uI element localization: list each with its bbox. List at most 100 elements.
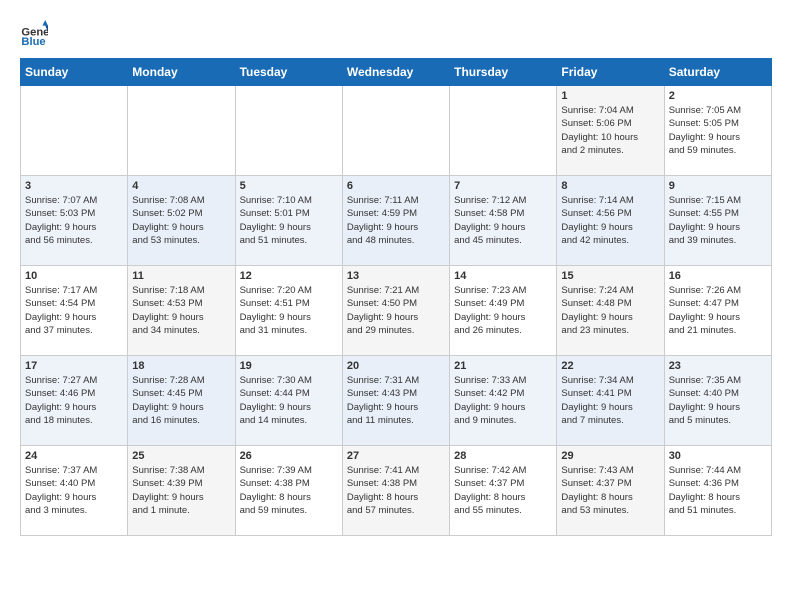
- day-cell: 4 Sunrise: 7:08 AM Sunset: 5:02 PM Daylig…: [128, 176, 235, 266]
- header-day-monday: Monday: [128, 59, 235, 86]
- day-number: 5: [240, 180, 338, 192]
- day-number: 30: [669, 450, 767, 462]
- day-cell: 1 Sunrise: 7:04 AM Sunset: 5:06 PM Daylig…: [557, 86, 664, 176]
- day-cell: 13 Sunrise: 7:21 AM Sunset: 4:50 PM Dayli…: [342, 266, 449, 356]
- day-info: Sunrise: 7:07 AM Sunset: 5:03 PM Dayligh…: [25, 194, 123, 247]
- header-day-friday: Friday: [557, 59, 664, 86]
- day-info: Sunrise: 7:05 AM Sunset: 5:05 PM Dayligh…: [669, 104, 767, 157]
- day-number: 8: [561, 180, 659, 192]
- day-info: Sunrise: 7:21 AM Sunset: 4:50 PM Dayligh…: [347, 284, 445, 337]
- day-cell: 19Sunrise: 7:30 AM Sunset: 4:44 PM Dayli…: [235, 356, 342, 446]
- day-info: Sunrise: 7:24 AM Sunset: 4:48 PM Dayligh…: [561, 284, 659, 337]
- day-info: Sunrise: 7:14 AM Sunset: 4:56 PM Dayligh…: [561, 194, 659, 247]
- day-number: 6: [347, 180, 445, 192]
- day-cell: 15 Sunrise: 7:24 AM Sunset: 4:48 PM Dayli…: [557, 266, 664, 356]
- day-info: Sunrise: 7:35 AM Sunset: 4:40 PM Dayligh…: [669, 374, 767, 427]
- day-cell: 23 Sunrise: 7:35 AM Sunset: 4:40 PM Dayli…: [664, 356, 771, 446]
- day-info: Sunrise: 7:38 AM Sunset: 4:39 PM Dayligh…: [132, 464, 230, 517]
- calendar-table: SundayMondayTuesdayWednesdayThursdayFrid…: [20, 58, 772, 536]
- header-day-thursday: Thursday: [450, 59, 557, 86]
- day-info: Sunrise: 7:37 AM Sunset: 4:40 PM Dayligh…: [25, 464, 123, 517]
- day-number: 25: [132, 450, 230, 462]
- day-info: Sunrise: 7:11 AM Sunset: 4:59 PM Dayligh…: [347, 194, 445, 247]
- day-cell: 26 Sunrise: 7:39 AM Sunset: 4:38 PM Dayli…: [235, 446, 342, 536]
- day-cell: [21, 86, 128, 176]
- day-number: 26: [240, 450, 338, 462]
- logo-icon: General Blue: [20, 20, 48, 48]
- day-cell: 12Sunrise: 7:20 AM Sunset: 4:51 PM Dayli…: [235, 266, 342, 356]
- day-info: Sunrise: 7:20 AM Sunset: 4:51 PM Dayligh…: [240, 284, 338, 337]
- day-number: 23: [669, 360, 767, 372]
- day-cell: 14Sunrise: 7:23 AM Sunset: 4:49 PM Dayli…: [450, 266, 557, 356]
- day-cell: 3Sunrise: 7:07 AM Sunset: 5:03 PM Daylig…: [21, 176, 128, 266]
- day-info: Sunrise: 7:30 AM Sunset: 4:44 PM Dayligh…: [240, 374, 338, 427]
- day-cell: [128, 86, 235, 176]
- day-cell: 25 Sunrise: 7:38 AM Sunset: 4:39 PM Dayli…: [128, 446, 235, 536]
- day-cell: [235, 86, 342, 176]
- day-info: Sunrise: 7:04 AM Sunset: 5:06 PM Dayligh…: [561, 104, 659, 157]
- day-cell: 27 Sunrise: 7:41 AM Sunset: 4:38 PM Dayli…: [342, 446, 449, 536]
- day-info: Sunrise: 7:44 AM Sunset: 4:36 PM Dayligh…: [669, 464, 767, 517]
- day-number: 20: [347, 360, 445, 372]
- day-info: Sunrise: 7:26 AM Sunset: 4:47 PM Dayligh…: [669, 284, 767, 337]
- day-number: 27: [347, 450, 445, 462]
- day-info: Sunrise: 7:08 AM Sunset: 5:02 PM Dayligh…: [132, 194, 230, 247]
- day-number: 1: [561, 90, 659, 102]
- day-info: Sunrise: 7:33 AM Sunset: 4:42 PM Dayligh…: [454, 374, 552, 427]
- day-number: 10: [25, 270, 123, 282]
- day-cell: 2Sunrise: 7:05 AM Sunset: 5:05 PM Daylig…: [664, 86, 771, 176]
- day-info: Sunrise: 7:23 AM Sunset: 4:49 PM Dayligh…: [454, 284, 552, 337]
- week-row-3: 10Sunrise: 7:17 AM Sunset: 4:54 PM Dayli…: [21, 266, 772, 356]
- day-number: 29: [561, 450, 659, 462]
- day-cell: 11 Sunrise: 7:18 AM Sunset: 4:53 PM Dayli…: [128, 266, 235, 356]
- day-info: Sunrise: 7:10 AM Sunset: 5:01 PM Dayligh…: [240, 194, 338, 247]
- week-row-2: 3Sunrise: 7:07 AM Sunset: 5:03 PM Daylig…: [21, 176, 772, 266]
- day-cell: [450, 86, 557, 176]
- day-cell: 8 Sunrise: 7:14 AM Sunset: 4:56 PM Daylig…: [557, 176, 664, 266]
- day-cell: 28Sunrise: 7:42 AM Sunset: 4:37 PM Dayli…: [450, 446, 557, 536]
- week-row-4: 17 Sunrise: 7:27 AM Sunset: 4:46 PM Dayli…: [21, 356, 772, 446]
- svg-text:Blue: Blue: [21, 36, 45, 48]
- day-cell: 7 Sunrise: 7:12 AM Sunset: 4:58 PM Daylig…: [450, 176, 557, 266]
- day-number: 24: [25, 450, 123, 462]
- day-cell: 21Sunrise: 7:33 AM Sunset: 4:42 PM Dayli…: [450, 356, 557, 446]
- day-number: 16: [669, 270, 767, 282]
- day-number: 22: [561, 360, 659, 372]
- day-info: Sunrise: 7:41 AM Sunset: 4:38 PM Dayligh…: [347, 464, 445, 517]
- day-cell: 5 Sunrise: 7:10 AM Sunset: 5:01 PM Daylig…: [235, 176, 342, 266]
- day-cell: 20 Sunrise: 7:31 AM Sunset: 4:43 PM Dayli…: [342, 356, 449, 446]
- header-day-sunday: Sunday: [21, 59, 128, 86]
- day-info: Sunrise: 7:31 AM Sunset: 4:43 PM Dayligh…: [347, 374, 445, 427]
- day-cell: 18 Sunrise: 7:28 AM Sunset: 4:45 PM Dayli…: [128, 356, 235, 446]
- day-number: 4: [132, 180, 230, 192]
- header-day-wednesday: Wednesday: [342, 59, 449, 86]
- day-info: Sunrise: 7:43 AM Sunset: 4:37 PM Dayligh…: [561, 464, 659, 517]
- week-row-1: 1 Sunrise: 7:04 AM Sunset: 5:06 PM Daylig…: [21, 86, 772, 176]
- day-cell: 24 Sunrise: 7:37 AM Sunset: 4:40 PM Dayli…: [21, 446, 128, 536]
- day-number: 15: [561, 270, 659, 282]
- day-cell: 10Sunrise: 7:17 AM Sunset: 4:54 PM Dayli…: [21, 266, 128, 356]
- day-info: Sunrise: 7:28 AM Sunset: 4:45 PM Dayligh…: [132, 374, 230, 427]
- header-day-tuesday: Tuesday: [235, 59, 342, 86]
- day-info: Sunrise: 7:34 AM Sunset: 4:41 PM Dayligh…: [561, 374, 659, 427]
- day-cell: 17 Sunrise: 7:27 AM Sunset: 4:46 PM Dayli…: [21, 356, 128, 446]
- day-number: 18: [132, 360, 230, 372]
- day-info: Sunrise: 7:15 AM Sunset: 4:55 PM Dayligh…: [669, 194, 767, 247]
- day-number: 7: [454, 180, 552, 192]
- day-number: 9: [669, 180, 767, 192]
- day-info: Sunrise: 7:12 AM Sunset: 4:58 PM Dayligh…: [454, 194, 552, 247]
- day-number: 11: [132, 270, 230, 282]
- day-number: 28: [454, 450, 552, 462]
- logo: General Blue: [20, 20, 56, 48]
- day-cell: 6 Sunrise: 7:11 AM Sunset: 4:59 PM Daylig…: [342, 176, 449, 266]
- header-row: SundayMondayTuesdayWednesdayThursdayFrid…: [21, 59, 772, 86]
- day-cell: 16 Sunrise: 7:26 AM Sunset: 4:47 PM Dayli…: [664, 266, 771, 356]
- day-info: Sunrise: 7:18 AM Sunset: 4:53 PM Dayligh…: [132, 284, 230, 337]
- day-info: Sunrise: 7:27 AM Sunset: 4:46 PM Dayligh…: [25, 374, 123, 427]
- day-cell: 9 Sunrise: 7:15 AM Sunset: 4:55 PM Daylig…: [664, 176, 771, 266]
- week-row-5: 24 Sunrise: 7:37 AM Sunset: 4:40 PM Dayli…: [21, 446, 772, 536]
- day-number: 13: [347, 270, 445, 282]
- day-cell: 29 Sunrise: 7:43 AM Sunset: 4:37 PM Dayli…: [557, 446, 664, 536]
- day-number: 17: [25, 360, 123, 372]
- day-info: Sunrise: 7:39 AM Sunset: 4:38 PM Dayligh…: [240, 464, 338, 517]
